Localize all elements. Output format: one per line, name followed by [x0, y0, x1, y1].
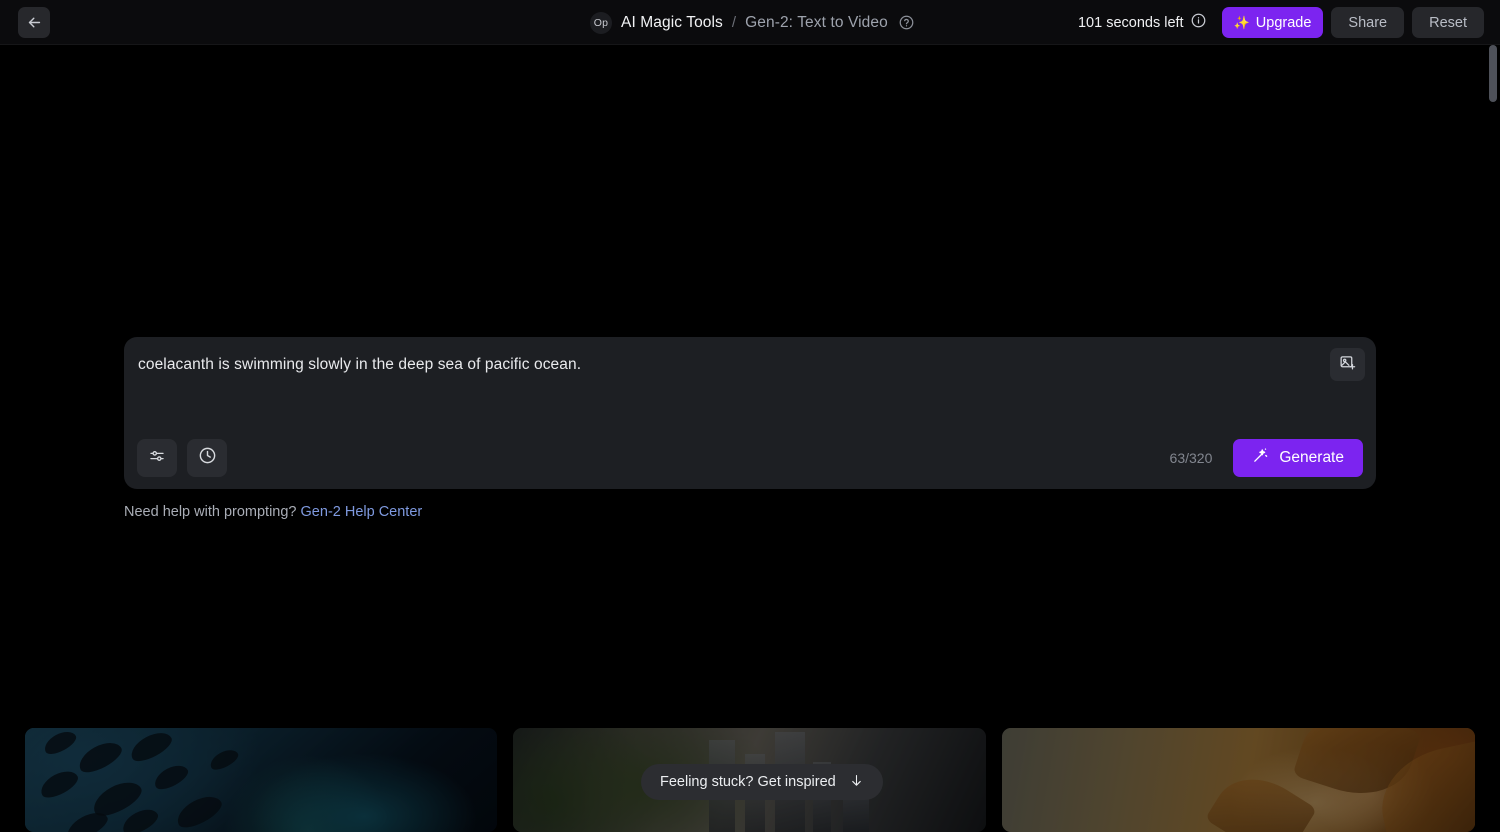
prompt-help-line: Need help with prompting? Gen-2 Help Cen…: [124, 504, 422, 520]
breadcrumb-separator: /: [731, 14, 737, 31]
breadcrumb-root-link[interactable]: AI Magic Tools: [621, 14, 723, 32]
avatar[interactable]: Op: [590, 11, 612, 34]
app-root: Op AI Magic Tools / Gen-2: Text to Video…: [0, 0, 1500, 832]
clock-icon: [198, 446, 217, 470]
image-upload-button[interactable]: [1330, 348, 1365, 381]
info-circle-icon[interactable]: [1191, 13, 1206, 33]
prompt-panel[interactable]: coelacanth is swimming slowly in the dee…: [124, 337, 1376, 489]
sliders-icon: [148, 447, 166, 470]
breadcrumb-current: Gen-2: Text to Video: [745, 13, 888, 31]
settings-button[interactable]: [137, 439, 177, 477]
reset-button[interactable]: Reset: [1412, 7, 1484, 38]
sparkles-icon: ✨: [1233, 15, 1250, 30]
prompt-input[interactable]: coelacanth is swimming slowly in the dee…: [138, 354, 1306, 376]
get-inspired-label: Feeling stuck? Get inspired: [660, 774, 836, 790]
share-button[interactable]: Share: [1331, 7, 1405, 38]
back-button[interactable]: [18, 7, 50, 38]
prompt-toolbar: [137, 439, 227, 477]
prompt-help-text: Need help with prompting?: [124, 504, 297, 520]
card-overlay-tint: [1002, 728, 1475, 832]
page-scrollbar[interactable]: [1486, 45, 1500, 832]
magic-wand-icon: [1252, 447, 1269, 469]
scrollbar-thumb[interactable]: [1489, 45, 1497, 102]
arrow-down-icon: [849, 773, 864, 792]
session-timer: 101 seconds left: [1078, 13, 1206, 33]
breadcrumb: Op AI Magic Tools / Gen-2: Text to Video: [590, 0, 914, 45]
inspiration-card-underwater[interactable]: [25, 728, 497, 832]
inspiration-card-leaves[interactable]: [1002, 728, 1475, 832]
header-actions: 101 seconds left ✨ Upgrade Share Reset: [1078, 0, 1484, 45]
card-overlay-tint: [25, 728, 497, 832]
generate-label: Generate: [1279, 449, 1344, 466]
upgrade-label: Upgrade: [1255, 14, 1312, 31]
get-inspired-button[interactable]: Feeling stuck? Get inspired: [641, 764, 883, 800]
prompt-actions: 63/320 Generate: [1170, 439, 1363, 477]
generate-button[interactable]: Generate: [1233, 439, 1363, 477]
upgrade-button[interactable]: ✨ Upgrade: [1221, 7, 1324, 38]
history-button[interactable]: [187, 439, 227, 477]
question-circle-icon[interactable]: [899, 15, 914, 30]
top-header-bar: Op AI Magic Tools / Gen-2: Text to Video…: [0, 0, 1500, 45]
help-center-link[interactable]: Gen-2 Help Center: [301, 504, 423, 520]
timer-label: 101 seconds left: [1077, 14, 1184, 31]
character-counter: 63/320: [1169, 450, 1213, 466]
image-add-icon: [1339, 354, 1356, 376]
arrow-left-icon: [26, 14, 43, 31]
